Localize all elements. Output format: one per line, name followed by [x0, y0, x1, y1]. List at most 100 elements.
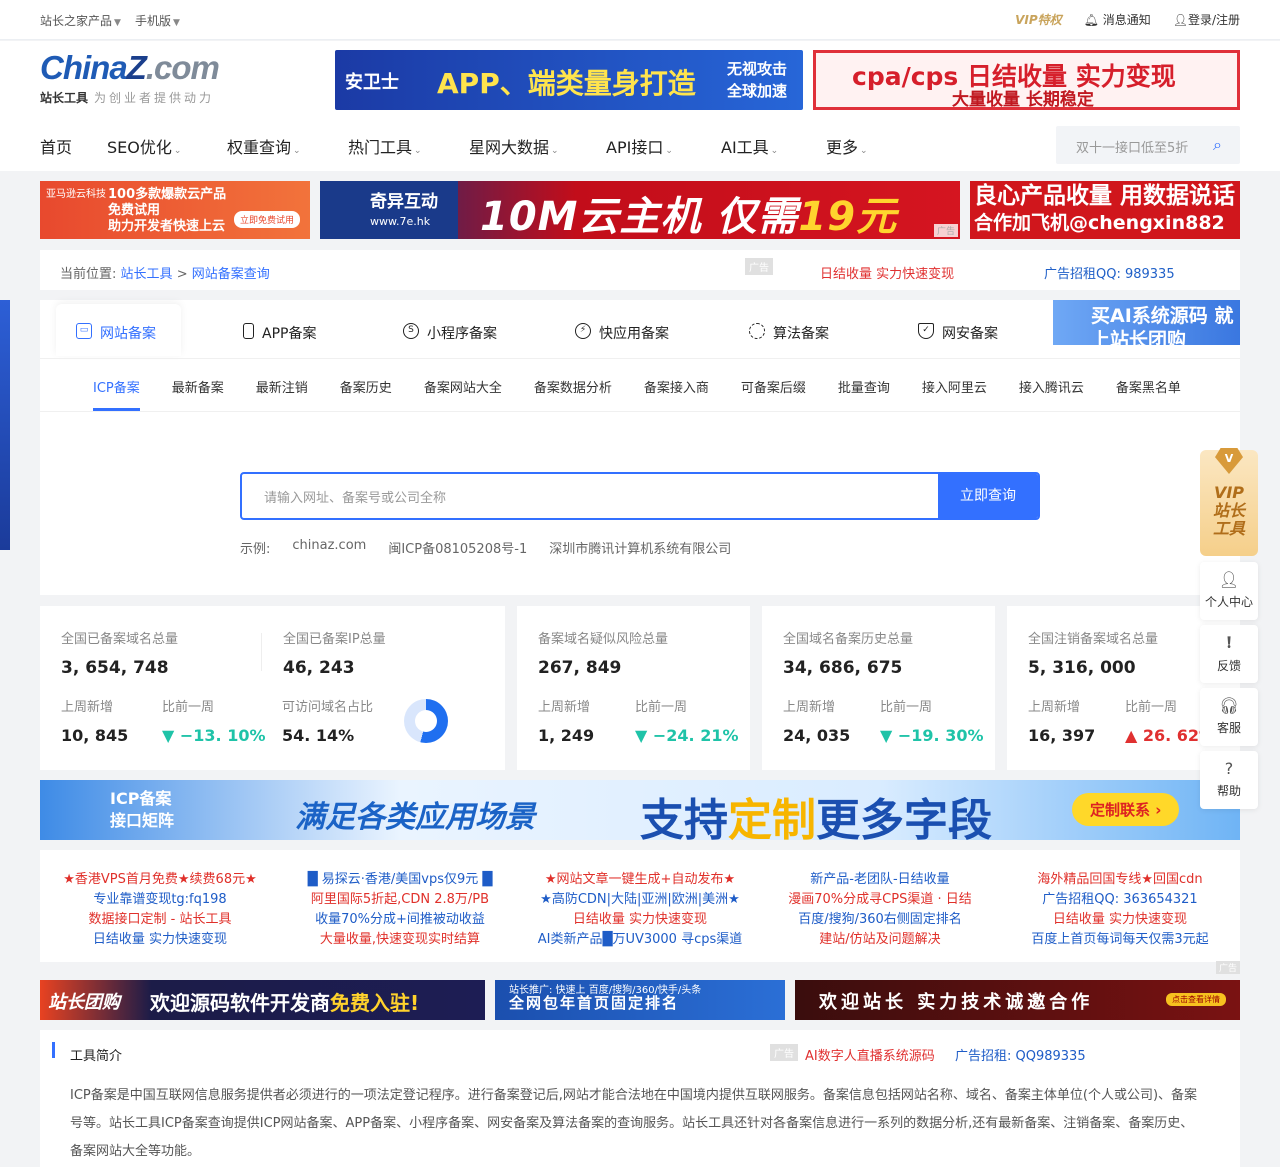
header-ad-1[interactable]: 安卫士 APP、端类量身打造 无视攻击 全球加速 — [335, 50, 803, 110]
stat-label: 比前一周 — [635, 700, 688, 715]
text-ad-link[interactable]: ★香港VPS首月免费★续费68元★ — [40, 870, 280, 890]
ad1-side: 无视攻击 全球加速 — [727, 60, 788, 100]
tab-quickapp-icp[interactable]: ⚡︎ 快应用备案 — [511, 304, 691, 356]
subtab-analysis[interactable]: 备案数据分析 — [534, 359, 612, 411]
text-ad-link[interactable]: ★高防CDN|大陆|亚洲|欧洲|美洲★ — [520, 890, 760, 910]
tab-label: 快应用备案 — [599, 326, 669, 342]
banner-cooperation[interactable]: 欢迎站长 实力技术诚邀合作 点击查看详情 — [795, 980, 1240, 1020]
header-ad-2[interactable]: cpa/cps 日结收量 实力变现 大量收量 长期稳定 — [813, 50, 1240, 110]
banner-7e[interactable]: 奇异互动 www.7e.hk 10M云主机 仅需19元 广告 — [320, 181, 960, 239]
float-personal[interactable]: 👤︎ 个人中心 — [1200, 562, 1258, 620]
group-buy-text: 欢迎源码软件开发商免费入驻! — [150, 987, 419, 1016]
icp-query-input[interactable]: 请输入网址、备案号或公司全称 — [264, 487, 446, 506]
nav-home[interactable]: 首页 — [40, 134, 107, 158]
query-button[interactable]: 立即查询 — [938, 474, 1038, 518]
tab-website-icp[interactable]: ▭ 网站备案 — [56, 304, 181, 356]
banner-aws-button[interactable]: 立即免费试用 — [233, 211, 300, 228]
banner-ranking[interactable]: 站长推广: 快速上 百度/搜狗/360/快手/头条 全网包年首页固定排名 — [495, 980, 785, 1020]
text-ad-link[interactable]: 数据接口定制 - 站长工具 — [40, 910, 280, 930]
nav-hot-tools[interactable]: 热门工具 ⌄ — [348, 134, 469, 158]
text-ad-link[interactable]: 收量70%分成+间推被动收益 — [280, 910, 520, 930]
nav-more[interactable]: 更多 ⌄ — [826, 134, 868, 158]
ad-tag: 广告 — [1215, 961, 1240, 974]
section-marker — [52, 1042, 55, 1058]
subtab-providers[interactable]: 备案接入商 — [644, 359, 709, 411]
float-feedback[interactable]: ❗︎ 反馈 — [1200, 625, 1258, 683]
nav-weight[interactable]: 权重查询 ⌄ — [227, 134, 348, 158]
subtab-directory[interactable]: 备案网站大全 — [424, 359, 502, 411]
cooperation-button[interactable]: 点击查看详情 — [1166, 993, 1226, 1006]
vip-float[interactable]: V VIP 站长 工具 — [1200, 448, 1258, 556]
text-ad-link[interactable]: 日结收量 实力快速变现 — [40, 930, 280, 950]
query-panel: ▭ 网站备案 APP备案 S 小程序备案 ⚡︎ 快应用备案 算法备案 ✓ 网安备案 买A… — [40, 300, 1240, 595]
down-arrow-icon: ▼ — [162, 726, 180, 745]
text-ad-link[interactable]: 百度上首页每词每天仅需3元起 — [1000, 930, 1240, 950]
nav-ai[interactable]: AI工具 ⌄ — [721, 134, 826, 158]
search-icon[interactable]: ⌕ — [1213, 135, 1222, 155]
left-float-ad[interactable] — [0, 300, 10, 550]
subtab-blacklist[interactable]: 备案黑名单 — [1116, 359, 1181, 411]
subtab-history[interactable]: 备案历史 — [340, 359, 392, 411]
breadcrumb-current[interactable]: 网站备案查询 — [192, 267, 270, 282]
nav-bigdata[interactable]: 星网大数据 ⌄ — [469, 134, 606, 158]
banner-7e-logo: 奇异互动 www.7e.hk — [320, 181, 458, 239]
tab-security-icp[interactable]: ✓ 网安备案 — [866, 304, 1026, 356]
float-service[interactable]: 🎧︎ 客服 — [1200, 688, 1258, 746]
intro-ad-link[interactable]: AI数字人直播系统源码 — [805, 1045, 935, 1064]
example-company[interactable]: 深圳市腾讯计算机系统有限公司 — [549, 538, 731, 557]
tab-miniprogram-icp[interactable]: S 小程序备案 — [331, 304, 511, 356]
example-icp-number[interactable]: 闽ICP备08105208号-1 — [388, 538, 527, 557]
breadcrumb-ad-qq[interactable]: 广告招租QQ: 989335 — [1044, 263, 1175, 282]
text-ad-link[interactable]: 专业靠谱变现tg:fq198 — [40, 890, 280, 910]
text-ad-link[interactable]: ★网站文章一键生成+自动发布★ — [520, 870, 760, 890]
intro-ad-qq[interactable]: 广告招租: QQ989335 — [955, 1045, 1086, 1064]
text-ad-link[interactable]: 建站/仿站及问题解决 — [760, 930, 1000, 950]
text-ad-link[interactable]: 百度/搜狗/360右侧固定排名 — [760, 910, 1000, 930]
nav-seo[interactable]: SEO优化 ⌄ — [107, 134, 227, 158]
contact-button[interactable]: 定制联系 › — [1072, 793, 1180, 826]
text-ad-link[interactable]: 广告招租QQ: 363654321 — [1000, 890, 1240, 910]
example-domain[interactable]: chinaz.com — [292, 538, 366, 557]
text-ad-link[interactable]: 大量收量,快速变现实时结算 — [280, 930, 520, 950]
banner-aws[interactable]: 亚马逊云科技 100多款爆款云产品 免费试用 助力开发者快速上云 立即免费试用 — [40, 181, 310, 239]
mobile-menu[interactable]: 手机版 ▼ — [135, 12, 180, 29]
subtab-cancelled[interactable]: 最新注销 — [256, 359, 308, 411]
primary-tabs: ▭ 网站备案 APP备案 S 小程序备案 ⚡︎ 快应用备案 算法备案 ✓ 网安备案 — [56, 304, 1026, 356]
subtab-aliyun[interactable]: 接入阿里云 — [922, 359, 987, 411]
products-menu[interactable]: 站长之家产品 ▼ — [40, 12, 121, 29]
banner-chengxin[interactable]: 良心产品收量 用数据说话 合作加飞机@chengxin882 — [970, 181, 1240, 239]
breadcrumb-home[interactable]: 站长工具 — [121, 267, 173, 282]
subtab-tencent[interactable]: 接入腾讯云 — [1019, 359, 1084, 411]
chevron-down-icon: ⌄ — [770, 146, 779, 156]
text-ad-link[interactable]: 漫画70%分成寻CPS渠道 · 日结 — [760, 890, 1000, 910]
intro-title: 工具简介 — [70, 1049, 123, 1064]
tab-app-icp[interactable]: APP备案 — [181, 304, 331, 356]
nav-api[interactable]: API接口 ⌄ — [606, 134, 721, 158]
tab-algorithm-icp[interactable]: 算法备案 — [691, 304, 866, 356]
stat-card-total: 全国已备案域名总量 3, 654, 748 全国已备案IP总量 46, 243 … — [40, 606, 505, 770]
subtab-batch[interactable]: 批量查询 — [838, 359, 890, 411]
text-ad-link[interactable]: 阿里国际5折起,CDN 2.8万/PB — [280, 890, 520, 910]
text-ad-link[interactable]: 海外精品回国专线★回国cdn — [1000, 870, 1240, 890]
icp-matrix-banner[interactable]: ICP备案 接口矩阵 满足各类应用场景 支持定制更多字段 定制联系 › — [40, 780, 1240, 846]
float-help[interactable]: ? 帮助 — [1200, 751, 1258, 809]
login-link[interactable]: 👤︎登录/注册 — [1173, 11, 1240, 28]
nav-label: AI工具 — [721, 138, 769, 157]
vip-link[interactable]: VIP特权 — [1015, 11, 1062, 28]
text-ad-link[interactable]: █ 易探云·香港/美国vps仅9元 █ — [280, 870, 520, 890]
subtab-icp[interactable]: ICP备案 — [93, 359, 140, 411]
banner-7e-headline: 10M云主机 仅需19元 — [480, 184, 897, 239]
header-search[interactable]: 双十一接口低至5折 ⌕ — [1056, 126, 1240, 164]
site-logo[interactable]: ChinaZ.com 站长工具 为创业者提供动力 — [40, 49, 250, 109]
notify-link[interactable]: 🔔︎ 消息通知 — [1084, 11, 1151, 28]
subtab-suffixes[interactable]: 可备案后缀 — [741, 359, 806, 411]
feedback-icon: ❗︎ — [1226, 633, 1232, 652]
text-ad-link[interactable]: 日结收量 实力快速变现 — [520, 910, 760, 930]
ai-source-ad[interactable]: 买AI系统源码 就上站长团购 — [1053, 300, 1240, 345]
text-ad-link[interactable]: AI类新产品█万UV3000 寻cps渠道 — [520, 930, 760, 950]
subtab-latest[interactable]: 最新备案 — [172, 359, 224, 411]
breadcrumb-ad-link[interactable]: 日结收量 实力快速变现 — [820, 263, 954, 282]
banner-group-buy[interactable]: 站长团购 欢迎源码软件开发商免费入驻! — [40, 980, 485, 1020]
text-ad-link[interactable]: 新产品-老团队-日结收量 — [760, 870, 1000, 890]
text-ad-link[interactable]: 日结收量 实力快速变现 — [1000, 910, 1240, 930]
